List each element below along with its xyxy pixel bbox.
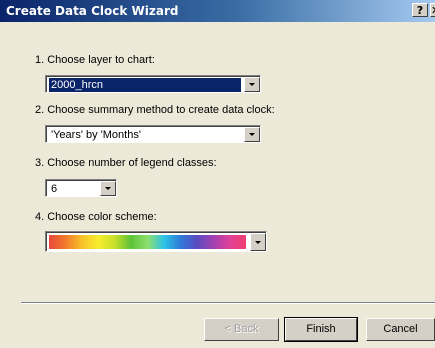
classes-label: 3. Choose number of legend classes: xyxy=(35,157,217,169)
layer-dropdown[interactable]: 2000_hrcn xyxy=(45,75,261,93)
finish-button[interactable]: Finish xyxy=(284,317,358,342)
chevron-down-icon xyxy=(249,83,255,86)
classes-dropdown-value: 6 xyxy=(51,183,58,195)
color-scheme-dropdown-field xyxy=(46,232,266,251)
color-scheme-dropdown[interactable] xyxy=(45,231,267,252)
classes-dropdown[interactable]: 6 xyxy=(45,179,117,197)
layer-dropdown-value: 2000_hrcn xyxy=(48,77,242,93)
chevron-down-icon xyxy=(255,241,261,244)
chevron-down-icon xyxy=(105,187,111,190)
title-bar[interactable]: Create Data Clock Wizard ? ✕ xyxy=(0,0,435,22)
color-scheme-label: 4. Choose color scheme: xyxy=(35,211,157,223)
summary-dropdown-value: 'Years' by 'Months' xyxy=(51,129,141,141)
help-button[interactable]: ? xyxy=(412,3,428,17)
footer-separator xyxy=(21,302,435,304)
close-button[interactable]: ✕ xyxy=(430,3,435,17)
classes-dropdown-field: 6 xyxy=(46,180,116,196)
summary-dropdown-arrow-button[interactable] xyxy=(244,127,260,142)
summary-dropdown-field: 'Years' by 'Months' xyxy=(46,126,260,142)
summary-dropdown[interactable]: 'Years' by 'Months' xyxy=(45,125,261,143)
cancel-button[interactable]: Cancel xyxy=(366,318,435,341)
classes-dropdown-arrow-button[interactable] xyxy=(100,181,116,196)
back-button[interactable]: < Back xyxy=(204,318,279,341)
wizard-window: Create Data Clock Wizard ? ✕ 1. Choose l… xyxy=(0,0,435,348)
chevron-down-icon xyxy=(249,133,255,136)
layer-label: 1. Choose layer to chart: xyxy=(35,54,155,66)
color-ramp-swatch xyxy=(49,235,246,249)
summary-label: 2. Choose summary method to create data … xyxy=(35,104,275,116)
color-scheme-dropdown-arrow-button[interactable] xyxy=(250,233,266,251)
layer-dropdown-arrow-button[interactable] xyxy=(244,77,260,92)
layer-dropdown-field: 2000_hrcn xyxy=(46,76,260,93)
window-title: Create Data Clock Wizard xyxy=(6,4,179,18)
